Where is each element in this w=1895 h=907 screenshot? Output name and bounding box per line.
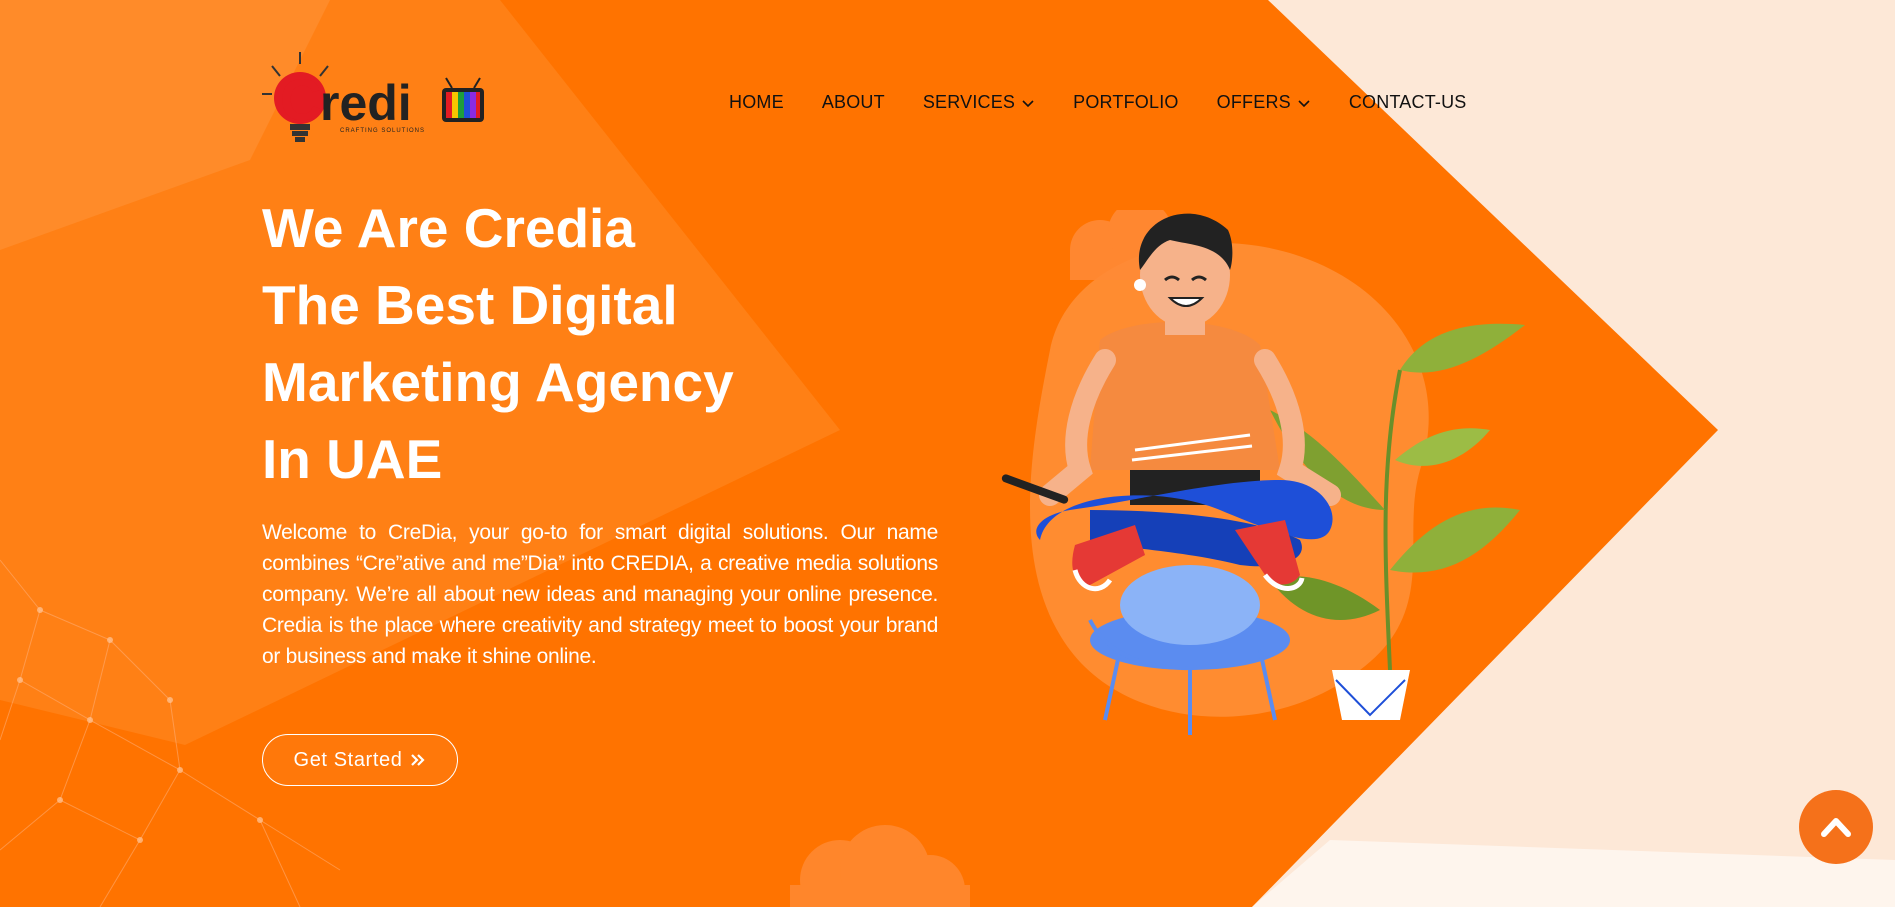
headline-line-3: Marketing Agency [262,351,734,413]
hero-intro-text: Welcome to CreDia, your go-to for smart … [262,521,938,668]
meditating-man-illustration [1001,210,1525,735]
brand-logo[interactable]: C redi CRAFTING SOLUTIONS [262,46,492,152]
headline-line-4: In UAE [262,428,443,490]
logo-tagline: CRAFTING SOLUTIONS [340,128,425,134]
nav-about[interactable]: ABOUT [822,92,885,113]
chevron-down-icon [1022,99,1034,107]
nav-services-label: SERVICES [922,92,1016,112]
main-nav: HOME ABOUT SERVICES PORTFOLIO OFFERS CON… [729,92,1467,113]
nav-offers-label: OFFERS [1216,92,1291,112]
headline-line-2: The Best Digital [262,274,678,336]
nav-home[interactable]: HOME [729,92,784,113]
scroll-to-top-button[interactable] [1799,790,1873,864]
tv-icon [442,77,484,122]
double-chevron-right-icon [411,754,425,766]
nav-offers[interactable]: OFFERS [1217,92,1311,113]
nav-portfolio-label: PORTFOLIO [1073,92,1179,112]
headline-line-1: We Are Credia [262,197,635,259]
hero-headline: We Are Credia The Best Digital Marketing… [262,190,734,498]
nav-portfolio[interactable]: PORTFOLIO [1073,92,1179,113]
nav-home-label: HOME [729,92,784,112]
get-started-button[interactable]: Get Started [262,734,458,786]
nav-contact-us-label: CONTACT-US [1348,92,1467,112]
get-started-label: Get Started [293,748,403,771]
logo-c: C [280,68,322,133]
logo-wordmark: redi [320,75,412,131]
nav-services[interactable]: SERVICES [923,92,1035,113]
chevron-up-icon [1821,818,1851,837]
nav-about-label: ABOUT [821,92,885,112]
nav-contact-us[interactable]: CONTACT-US [1349,92,1467,113]
chevron-down-icon [1298,99,1310,107]
